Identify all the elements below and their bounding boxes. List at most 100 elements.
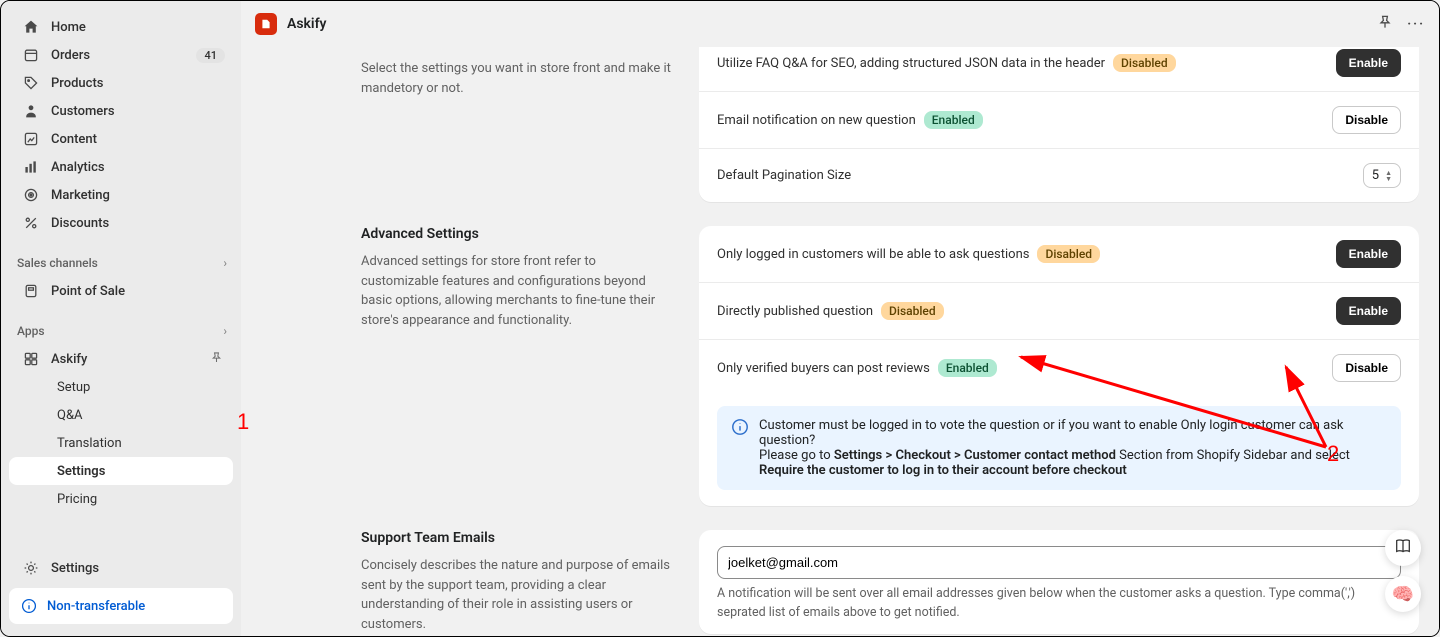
- nav-analytics-label: Analytics: [51, 160, 105, 175]
- pin-icon[interactable]: [210, 351, 223, 368]
- verified-label: Only verified buyers can post reviews: [717, 361, 930, 376]
- sales-channels-header[interactable]: Sales channels ›: [1, 249, 241, 277]
- annotation-2: 2: [1327, 441, 1339, 467]
- orders-icon: [21, 45, 41, 65]
- nav-global-settings-label: Settings: [51, 561, 99, 576]
- verified-badge: Enabled: [938, 359, 997, 377]
- logged-in-label: Only logged in customers will be able to…: [717, 247, 1029, 262]
- advanced-settings-card: Only logged in customers will be able to…: [699, 226, 1419, 506]
- nav-marketing[interactable]: Marketing: [9, 181, 233, 209]
- nav-pos[interactable]: Point of Sale: [9, 277, 233, 305]
- subnav-pricing-label: Pricing: [57, 492, 97, 507]
- analytics-icon: [21, 157, 41, 177]
- topbar: Askify ···: [241, 1, 1439, 47]
- askify-icon: [21, 349, 41, 369]
- nav-customers[interactable]: Customers: [9, 97, 233, 125]
- seo-enable-button[interactable]: Enable: [1336, 49, 1401, 77]
- app-title: Askify: [287, 16, 327, 32]
- nav-customers-label: Customers: [51, 104, 115, 119]
- nav-analytics[interactable]: Analytics: [9, 153, 233, 181]
- marketing-icon: [21, 185, 41, 205]
- nav-askify[interactable]: Askify: [9, 345, 233, 373]
- brain-button[interactable]: 🧠: [1385, 576, 1421, 612]
- info-line1: Customer must be logged in to vote the q…: [759, 418, 1387, 448]
- stepper-arrows-icon: ▲▼: [1385, 170, 1392, 182]
- apps-header-label: Apps: [17, 324, 45, 338]
- support-email-note: A notification will be sent over all ema…: [699, 585, 1419, 633]
- nav-content-label: Content: [51, 132, 97, 147]
- chevron-right-icon: ›: [223, 256, 227, 270]
- orders-badge: 41: [196, 48, 225, 63]
- seo-setting-label: Utilize FAQ Q&A for SEO, adding structur…: [717, 56, 1105, 71]
- chevron-right-icon: ›: [223, 324, 227, 338]
- home-icon: [21, 17, 41, 37]
- nav-marketing-label: Marketing: [51, 188, 110, 203]
- info-line2: Please go to Settings > Checkout > Custo…: [759, 448, 1387, 478]
- nav-orders-label: Orders: [51, 48, 90, 63]
- app-logo: [255, 13, 277, 35]
- subnav-setup[interactable]: Setup: [9, 373, 233, 401]
- nav-content[interactable]: Content: [9, 125, 233, 153]
- content-area: Select the settings you want in store fr…: [241, 47, 1439, 636]
- nav-products[interactable]: Products: [9, 69, 233, 97]
- pagination-label: Default Pagination Size: [717, 168, 851, 183]
- seo-badge: Disabled: [1113, 54, 1176, 72]
- nav-askify-label: Askify: [51, 352, 87, 367]
- customers-icon: [21, 101, 41, 121]
- info-icon: [731, 418, 749, 478]
- sales-channels-label: Sales channels: [17, 256, 98, 270]
- direct-pub-badge: Disabled: [881, 302, 944, 320]
- info-banner: Customer must be logged in to vote the q…: [717, 406, 1401, 490]
- content-icon: [21, 129, 41, 149]
- pos-icon: [21, 281, 41, 301]
- email-notif-label: Email notification on new question: [717, 113, 916, 128]
- pagination-stepper[interactable]: 5 ▲▼: [1363, 163, 1401, 188]
- subnav-settings-label: Settings: [57, 464, 105, 479]
- direct-pub-label: Directly published question: [717, 304, 873, 319]
- info-icon: [19, 596, 39, 616]
- logged-in-enable-button[interactable]: Enable: [1336, 240, 1401, 268]
- email-notif-disable-button[interactable]: Disable: [1332, 106, 1401, 134]
- basic-section-desc: Select the settings you want in store fr…: [361, 59, 671, 98]
- support-email-input[interactable]: [717, 546, 1401, 579]
- pin-icon[interactable]: [1377, 14, 1393, 34]
- non-transferable-label: Non-transferable: [47, 599, 145, 614]
- support-emails-card: A notification will be sent over all ema…: [699, 530, 1419, 634]
- nav-discounts-label: Discounts: [51, 216, 109, 231]
- discounts-icon: [21, 213, 41, 233]
- products-icon: [21, 73, 41, 93]
- direct-pub-enable-button[interactable]: Enable: [1336, 297, 1401, 325]
- logged-in-badge: Disabled: [1037, 245, 1100, 263]
- nav-home[interactable]: Home: [9, 13, 233, 41]
- subnav-setup-label: Setup: [57, 380, 90, 395]
- advanced-desc: Advanced settings for store front refer …: [361, 252, 671, 330]
- support-title: Support Team Emails: [361, 530, 671, 546]
- subnav-settings[interactable]: Settings: [9, 457, 233, 485]
- apps-header[interactable]: Apps ›: [1, 317, 241, 345]
- more-icon[interactable]: ···: [1407, 17, 1425, 32]
- brain-icon: 🧠: [1392, 584, 1414, 605]
- nav-home-label: Home: [51, 20, 86, 35]
- pagination-value: 5: [1372, 168, 1379, 183]
- nav-pos-label: Point of Sale: [51, 284, 125, 299]
- nav-products-label: Products: [51, 76, 103, 91]
- subnav-pricing[interactable]: Pricing: [9, 485, 233, 513]
- nav-discounts[interactable]: Discounts: [9, 209, 233, 237]
- subnav-qa[interactable]: Q&A: [9, 401, 233, 429]
- annotation-1: 1: [237, 409, 249, 435]
- non-transferable-banner[interactable]: Non-transferable: [9, 588, 233, 624]
- advanced-title: Advanced Settings: [361, 226, 671, 242]
- nav-orders[interactable]: Orders 41: [9, 41, 233, 69]
- basic-settings-card: Utilize FAQ Q&A for SEO, adding structur…: [699, 47, 1419, 202]
- subnav-qa-label: Q&A: [57, 408, 83, 423]
- verified-disable-button[interactable]: Disable: [1332, 354, 1401, 382]
- docs-button[interactable]: [1385, 530, 1421, 566]
- subnav-translation[interactable]: Translation: [9, 429, 233, 457]
- nav-global-settings[interactable]: Settings: [9, 554, 233, 582]
- sidebar: Home Orders 41 Products Customers Conten…: [1, 1, 241, 636]
- gear-icon: [21, 558, 41, 578]
- book-icon: [1394, 537, 1412, 559]
- subnav-translation-label: Translation: [57, 436, 122, 451]
- support-desc: Concisely describes the nature and purpo…: [361, 556, 671, 634]
- email-notif-badge: Enabled: [924, 111, 983, 129]
